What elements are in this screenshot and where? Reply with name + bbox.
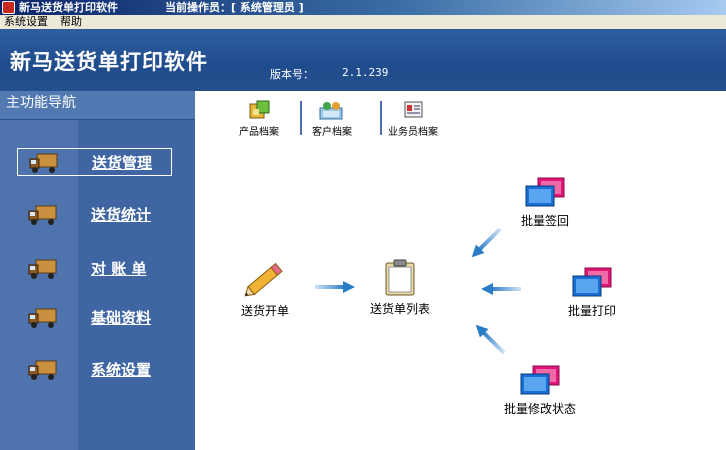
sidebar-item-system-settings[interactable]: 系统设置 bbox=[17, 356, 172, 384]
create-delivery-order-label: 送货开单 bbox=[240, 304, 289, 318]
product-archive-button[interactable]: 产品档案 bbox=[239, 99, 279, 138]
truck-icon bbox=[28, 259, 57, 279]
salesman-archive-label: 业务员档案 bbox=[388, 127, 438, 138]
arrow-status-to-list-icon bbox=[475, 324, 506, 355]
salesman-archive-icon bbox=[404, 101, 423, 118]
monitor-icon bbox=[520, 365, 560, 395]
app-logo-icon bbox=[2, 1, 15, 14]
main-panel: 产品档案 客户档案 业务员档案 送货开单 送货单列表 批量签回 批量打印 批量修… bbox=[195, 91, 726, 450]
product-archive-icon bbox=[249, 100, 270, 119]
menu-bar: 系统设置 帮助 bbox=[0, 15, 726, 29]
window-title-bar: 新马送货单打印软件 当前操作员：[ 系统管理员 ] bbox=[0, 0, 726, 15]
sidebar-item-label: 送货统计 bbox=[91, 206, 152, 224]
sidebar-item-label: 系统设置 bbox=[91, 361, 152, 379]
monitor-icon bbox=[525, 177, 565, 207]
batch-print-button[interactable]: 批量打印 bbox=[568, 267, 616, 319]
batch-modify-status-button[interactable]: 批量修改状态 bbox=[504, 365, 576, 417]
batch-modify-status-label: 批量修改状态 bbox=[504, 402, 577, 416]
app-title: 新马送货单打印软件 bbox=[10, 49, 208, 74]
salesman-archive-button[interactable]: 业务员档案 bbox=[388, 99, 438, 138]
arrow-sign-to-list-icon bbox=[471, 227, 502, 258]
pencil-icon bbox=[244, 262, 283, 297]
delivery-order-list-label: 送货单列表 bbox=[370, 302, 431, 316]
delivery-order-list-button[interactable]: 送货单列表 bbox=[370, 259, 430, 317]
toolbar-divider bbox=[300, 101, 302, 135]
customer-archive-label: 客户档案 bbox=[312, 127, 352, 138]
clipboard-icon bbox=[385, 259, 415, 296]
truck-icon bbox=[28, 360, 57, 380]
version-value: 2.1.239 bbox=[342, 66, 389, 79]
toolbar-divider bbox=[380, 101, 382, 135]
truck-icon bbox=[29, 153, 58, 173]
create-delivery-order-button[interactable]: 送货开单 bbox=[235, 259, 295, 319]
batch-sign-back-button[interactable]: 批量签回 bbox=[521, 177, 569, 229]
customer-archive-icon bbox=[319, 102, 343, 120]
current-operator: 当前操作员：[ 系统管理员 ] bbox=[165, 1, 304, 14]
arrow-create-to-list-icon bbox=[315, 281, 355, 293]
sidebar-item-label: 送货管理 bbox=[92, 154, 153, 172]
sidebar-item-statement[interactable]: 对 账 单 bbox=[17, 255, 172, 283]
sidebar-item-delivery-management[interactable]: 送货管理 bbox=[17, 148, 172, 176]
menu-system-settings[interactable]: 系统设置 bbox=[4, 15, 48, 29]
monitor-icon bbox=[572, 267, 612, 297]
menu-help[interactable]: 帮助 bbox=[60, 15, 82, 29]
sidebar-title: 主功能导航 bbox=[0, 91, 195, 120]
batch-sign-back-label: 批量签回 bbox=[521, 214, 570, 228]
truck-icon bbox=[28, 308, 57, 328]
batch-print-label: 批量打印 bbox=[568, 304, 617, 318]
header-banner: 新马送货单打印软件 版本号： 2.1.239 bbox=[0, 29, 726, 91]
sidebar-item-delivery-statistics[interactable]: 送货统计 bbox=[17, 201, 172, 229]
truck-icon bbox=[28, 205, 57, 225]
product-archive-label: 产品档案 bbox=[239, 127, 279, 138]
sidebar-item-basic-data[interactable]: 基础资料 bbox=[17, 304, 172, 332]
sidebar-item-label: 基础资料 bbox=[91, 309, 152, 327]
window-title: 新马送货单打印软件 bbox=[19, 1, 118, 14]
arrow-print-to-list-icon bbox=[481, 283, 521, 295]
customer-archive-button[interactable]: 客户档案 bbox=[312, 99, 352, 138]
version-label: 版本号： bbox=[270, 68, 314, 81]
sidebar-navigation: 主功能导航 送货管理 送货统计 对 账 单 基础资料 系统设置 bbox=[0, 91, 195, 450]
sidebar-item-label: 对 账 单 bbox=[91, 260, 147, 278]
